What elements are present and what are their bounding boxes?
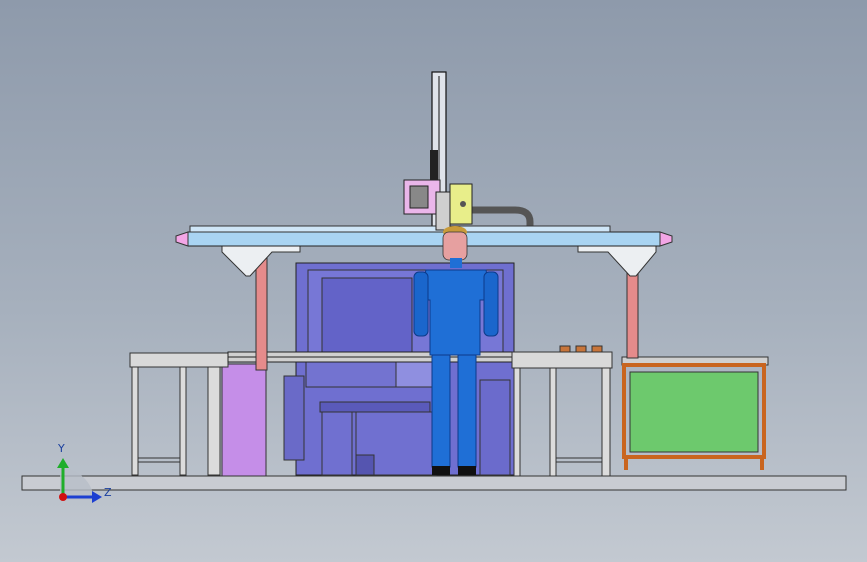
purple-side-panel <box>221 363 267 477</box>
cad-viewport[interactable]: Y Z <box>0 0 867 562</box>
z-axis-label: Z <box>104 486 112 499</box>
left-table <box>129 352 229 476</box>
base-plate <box>21 475 847 491</box>
gantry-beam <box>175 225 673 247</box>
robot-carriage <box>403 179 473 231</box>
y-axis-label: Y <box>58 442 65 455</box>
assembly-scene <box>21 71 847 503</box>
green-cabinet <box>621 356 769 470</box>
gantry-bracket-right <box>577 245 657 277</box>
origin-dot <box>59 493 67 501</box>
right-table <box>511 345 613 477</box>
